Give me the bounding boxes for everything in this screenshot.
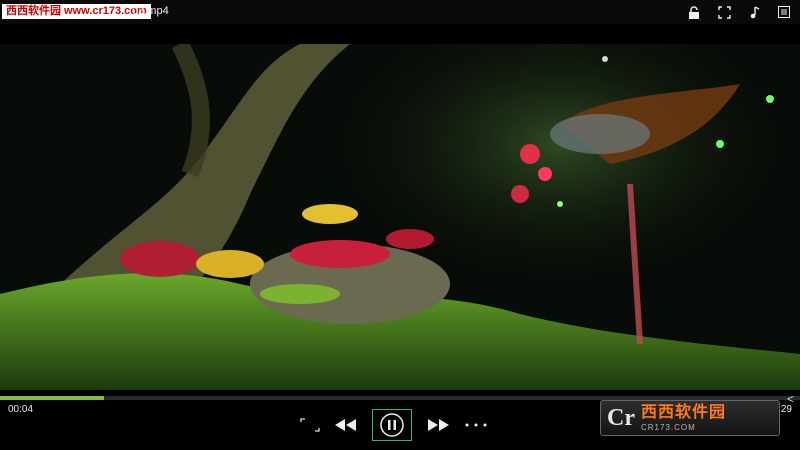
menu-icon[interactable] (776, 4, 792, 20)
rewind-icon[interactable] (334, 418, 358, 432)
music-note-icon[interactable] (746, 4, 762, 20)
forward-icon[interactable] (426, 418, 450, 432)
crop-icon[interactable] (716, 4, 732, 20)
fullscreen-corners-icon[interactable] (300, 418, 320, 432)
playback-controls (300, 408, 500, 442)
top-toolbar (686, 4, 792, 20)
file-name: 03.mp4 (132, 5, 169, 17)
more-icon[interactable] (464, 422, 488, 428)
pause-icon (380, 413, 404, 437)
logo-mark: Cr (607, 404, 635, 431)
logo-main-text: 西西软件园 (640, 403, 726, 421)
lock-icon[interactable] (686, 4, 702, 20)
pause-button[interactable] (372, 409, 412, 441)
video-frame[interactable] (0, 44, 800, 390)
chevron-left-icon[interactable]: < (787, 392, 794, 406)
progress-fill (0, 396, 104, 400)
site-logo: Cr 西西软件园 CR173.COM (600, 400, 780, 436)
elapsed-time: 00:04 (8, 404, 34, 415)
video-scene (0, 44, 800, 390)
logo-text: 西西软件园 CR173.COM (640, 403, 726, 432)
watermark: 西西软件园 www.cr173.com (2, 4, 151, 19)
logo-sub-text: CR173.COM (640, 422, 696, 432)
top-bar: 西西软件园 www.cr173.com 03.mp4 (0, 0, 800, 24)
